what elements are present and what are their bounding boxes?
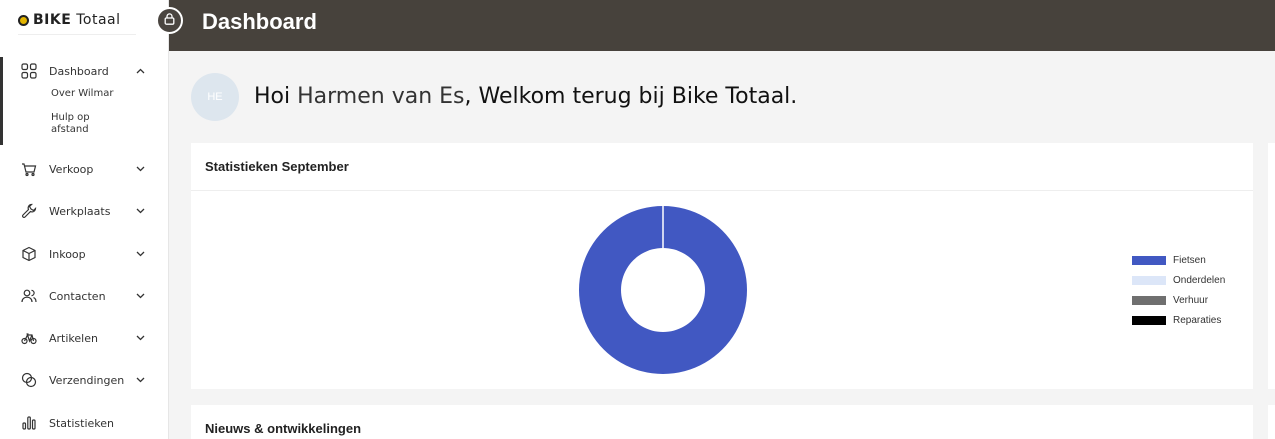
legend-item-reparaties[interactable]: Reparaties <box>1132 314 1221 326</box>
sidebar-item-label: Werkplaats <box>49 204 111 218</box>
sidebar-subitem-over-wilmar[interactable]: Over Wilmar <box>51 88 131 100</box>
legend-item-verhuur[interactable]: Verhuur <box>1132 294 1208 306</box>
logo-light: Totaal <box>76 12 121 28</box>
brand-logo[interactable]: BIKE Totaal <box>18 10 121 30</box>
bar-chart-icon <box>20 414 38 432</box>
side-card <box>1268 143 1275 389</box>
legend-swatch <box>1132 295 1166 305</box>
side-card <box>1268 405 1275 439</box>
welcome-message: Hoi Harmen van Es, Welkom terug bij Bike… <box>254 84 797 109</box>
sidebar: BIKE Totaal Dashboard Over Wilmar Hulp o… <box>0 0 169 439</box>
legend-swatch <box>1132 255 1166 265</box>
chevron-down-icon[interactable] <box>135 206 145 216</box>
user-name: Harmen van Es <box>297 84 465 109</box>
sidebar-item-label: Statistieken <box>49 416 114 430</box>
stats-card: Statistieken September Fietsen Onderdelen… <box>191 143 1253 389</box>
news-card: Nieuws & ontwikkelingen <box>191 405 1253 439</box>
sidebar-item-label: Contacten <box>49 289 106 303</box>
sidebar-item-werkplaats[interactable]: Werkplaats <box>0 200 169 222</box>
card-divider <box>191 190 1253 191</box>
sidebar-item-verkoop[interactable]: Verkoop <box>0 158 169 180</box>
sidebar-item-artikelen[interactable]: Artikelen <box>0 327 169 349</box>
sidebar-item-label: Artikelen <box>49 331 98 345</box>
legend-swatch <box>1132 275 1166 285</box>
greeting-text: Hoi <box>254 84 291 109</box>
grid-icon <box>20 62 38 80</box>
chevron-down-icon[interactable] <box>135 291 145 301</box>
sidebar-item-contacten[interactable]: Contacten <box>0 285 169 307</box>
box-icon <box>20 245 38 263</box>
sidebar-item-label: Inkoop <box>49 247 86 261</box>
topbar: Dashboard <box>169 0 1275 51</box>
bike-icon <box>20 329 38 347</box>
cart-icon <box>20 160 38 178</box>
legend-item-onderdelen[interactable]: Onderdelen <box>1132 274 1225 286</box>
sidebar-item-dashboard[interactable]: Dashboard <box>0 60 169 82</box>
sidebar-subitem-hulp-op-afstand[interactable]: Hulp op afstand <box>51 112 111 136</box>
sidebar-item-label: Verkoop <box>49 162 94 176</box>
sidebar-item-statistieken[interactable]: Statistieken <box>0 412 169 434</box>
legend-swatch <box>1132 315 1166 325</box>
legend-item-fietsen[interactable]: Fietsen <box>1132 254 1206 266</box>
page-title: Dashboard <box>202 9 317 34</box>
stats-card-title: Statistieken September <box>205 159 349 174</box>
legend-label: Fietsen <box>1173 254 1206 266</box>
chevron-down-icon[interactable] <box>135 249 145 259</box>
wrench-icon <box>20 202 38 220</box>
lock-icon <box>164 12 175 30</box>
sidebar-item-inkoop[interactable]: Inkoop <box>0 243 169 265</box>
chevron-down-icon[interactable] <box>135 375 145 385</box>
logo-mark-icon <box>18 14 29 26</box>
logo-bold: BIKE <box>33 12 72 28</box>
welcome-text: , Welkom terug bij Bike Totaal. <box>464 84 798 109</box>
avatar[interactable]: HE <box>191 73 239 121</box>
logo-divider <box>18 34 136 35</box>
legend-label: Reparaties <box>1173 314 1222 326</box>
chevron-down-icon[interactable] <box>135 333 145 343</box>
sidebar-item-label: Dashboard <box>49 64 109 78</box>
chevron-up-icon[interactable] <box>135 66 145 76</box>
legend-label: Verhuur <box>1173 294 1209 306</box>
chevron-down-icon[interactable] <box>135 164 145 174</box>
lock-button[interactable] <box>156 7 183 34</box>
news-card-title: Nieuws & ontwikkelingen <box>205 421 362 436</box>
donut-chart <box>578 206 747 374</box>
shipping-icon <box>20 371 38 389</box>
legend-label: Onderdelen <box>1173 274 1226 286</box>
users-icon <box>20 287 38 305</box>
sidebar-item-verzendingen[interactable]: Verzendingen <box>0 369 169 391</box>
sidebar-item-label: Verzendingen <box>49 373 125 387</box>
